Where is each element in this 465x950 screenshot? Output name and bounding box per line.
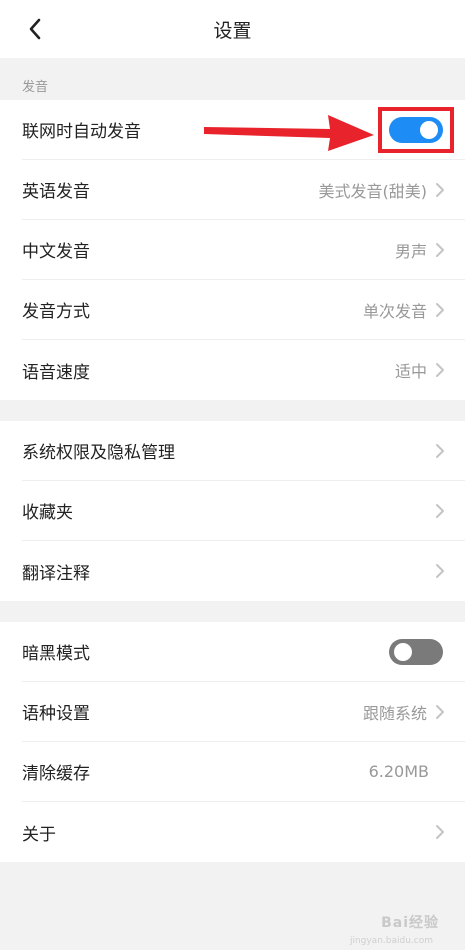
permissions-privacy-row[interactable]: 系统权限及隐私管理 xyxy=(22,421,465,481)
permissions-privacy-label: 系统权限及隐私管理 xyxy=(22,443,175,463)
about-label: 关于 xyxy=(22,824,56,845)
pronunciation-mode-label: 发音方式 xyxy=(22,302,90,322)
language-setting-label: 语种设置 xyxy=(22,704,90,724)
watermark-logo: Bai经验 xyxy=(381,915,439,931)
page-title: 设置 xyxy=(213,19,252,42)
auto-pronounce-row: 联网时自动发音 xyxy=(22,100,465,160)
auto-pronounce-toggle[interactable] xyxy=(389,116,443,143)
toggle-knob xyxy=(420,120,438,139)
row-right: 男声 xyxy=(395,238,445,262)
dark-mode-row: 暗黑模式 xyxy=(22,622,465,682)
group-misc: 系统权限及隐私管理 收藏夹 翻译注释 xyxy=(0,421,465,601)
speech-speed-label: 语音速度 xyxy=(22,362,90,383)
speech-speed-row[interactable]: 语音速度 适中 xyxy=(22,340,465,400)
chevron-right-icon xyxy=(436,182,444,197)
row-right: 跟随系统 xyxy=(363,700,445,724)
translation-notes-row[interactable]: 翻译注释 xyxy=(22,541,465,601)
language-setting-row[interactable]: 语种设置 跟随系统 xyxy=(22,682,465,742)
section-label-sound: 发音 xyxy=(22,80,49,95)
clear-cache-label: 清除缓存 xyxy=(22,764,90,784)
back-button[interactable] xyxy=(20,14,50,44)
chevron-right-icon xyxy=(436,242,444,257)
chevron-left-icon xyxy=(29,18,41,40)
pronunciation-mode-row[interactable]: 发音方式 单次发音 xyxy=(22,280,465,340)
row-right: 单次发音 xyxy=(363,298,445,322)
language-setting-value: 跟随系统 xyxy=(362,703,427,723)
clear-cache-row[interactable]: 清除缓存 6.20MB xyxy=(22,742,465,802)
chevron-right-icon xyxy=(436,503,444,518)
english-pronunciation-row[interactable]: 英语发音 美式发音(甜美) xyxy=(22,160,465,220)
row-right: 适中 xyxy=(395,358,445,382)
about-row[interactable]: 关于 xyxy=(22,802,465,862)
dark-mode-toggle[interactable] xyxy=(389,638,443,665)
dark-mode-label: 暗黑模式 xyxy=(22,644,90,664)
favorites-label: 收藏夹 xyxy=(22,503,73,523)
chevron-right-icon xyxy=(436,825,444,839)
row-right: 美式发音(甜美) xyxy=(319,178,446,202)
cache-size-value: 6.20MB xyxy=(368,762,429,781)
chevron-right-icon xyxy=(436,443,444,458)
chinese-pronunciation-value: 男声 xyxy=(394,241,427,261)
favorites-row[interactable]: 收藏夹 xyxy=(22,481,465,541)
chevron-right-icon xyxy=(436,363,444,377)
english-pronunciation-value: 美式发音(甜美) xyxy=(318,181,428,201)
chinese-pronunciation-label: 中文发音 xyxy=(22,242,90,262)
chinese-pronunciation-row[interactable]: 中文发音 男声 xyxy=(22,220,465,280)
english-pronunciation-label: 英语发音 xyxy=(22,182,90,202)
translation-notes-label: 翻译注释 xyxy=(22,563,90,584)
chevron-right-icon xyxy=(436,704,444,719)
pronunciation-mode-value: 单次发音 xyxy=(362,301,427,321)
chevron-right-icon xyxy=(436,564,444,578)
group-sound: 联网时自动发音 英语发音 美式发音(甜美) 中文发音 男声 发音方式 单次发音 … xyxy=(0,100,465,400)
chevron-right-icon xyxy=(436,302,444,317)
toggle-knob xyxy=(394,642,412,661)
group-other: 暗黑模式 语种设置 跟随系统 清除缓存 6.20MB 关于 xyxy=(0,622,465,862)
top-bar: 设置 xyxy=(0,0,465,58)
auto-pronounce-label: 联网时自动发音 xyxy=(22,122,141,142)
row-right: 6.20MB xyxy=(369,762,445,781)
speech-speed-value: 适中 xyxy=(394,362,427,381)
watermark-url: jingyan.baidu.com xyxy=(349,936,433,946)
